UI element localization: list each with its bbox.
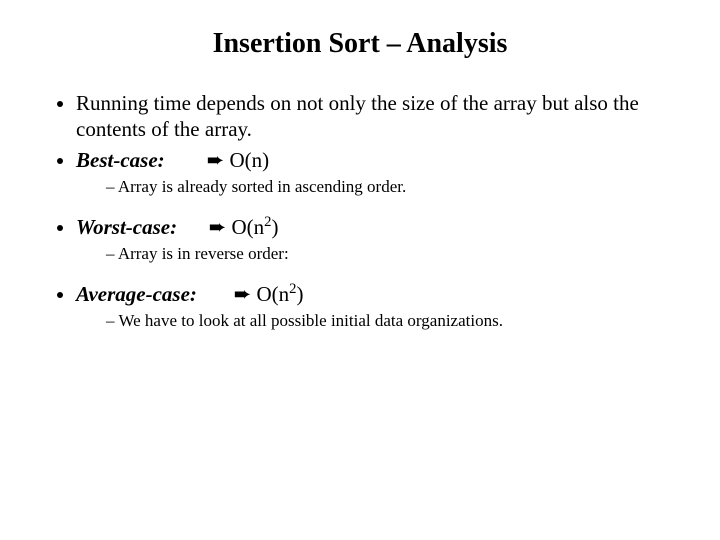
best-case-label: Best-case: — [76, 148, 165, 172]
slide-title: Insertion Sort – Analysis — [36, 28, 684, 60]
bullet-best-case: Best-case: ➨ O(n) Array is already sorte… — [76, 147, 684, 198]
bullet-list: Running time depends on not only the siz… — [36, 90, 684, 333]
best-case-sublist: Array is already sorted in ascending ord… — [76, 176, 684, 198]
bullet-average-case: Average-case: ➨ O(n2) We have to look at… — [76, 281, 684, 332]
best-case-complexity: O(n) — [230, 148, 270, 172]
worst-case-sublist: Array is in reverse order: — [76, 243, 684, 265]
worst-case-label: Worst-case: — [76, 215, 177, 239]
average-case-label: Average-case: — [76, 282, 197, 306]
arrow-icon: ➨ — [209, 216, 227, 239]
bullet-worst-case: Worst-case: ➨ O(n2) Array is in reverse … — [76, 214, 684, 265]
average-case-o: O(n — [257, 282, 290, 306]
worst-case-close: ) — [271, 215, 278, 239]
arrow-icon: ➨ — [207, 149, 225, 172]
worst-case-o: O(n — [231, 215, 264, 239]
bullet-running-time: Running time depends on not only the siz… — [76, 90, 684, 143]
arrow-icon: ➨ — [234, 283, 252, 306]
average-case-exp: 2 — [289, 281, 296, 297]
average-case-close: ) — [297, 282, 304, 306]
worst-case-sub: Array is in reverse order: — [106, 243, 684, 265]
average-case-sublist: We have to look at all possible initial … — [76, 310, 684, 332]
average-case-sub: We have to look at all possible initial … — [106, 310, 684, 332]
best-case-sub: Array is already sorted in ascending ord… — [106, 176, 684, 198]
slide: Insertion Sort – Analysis Running time d… — [0, 0, 720, 540]
